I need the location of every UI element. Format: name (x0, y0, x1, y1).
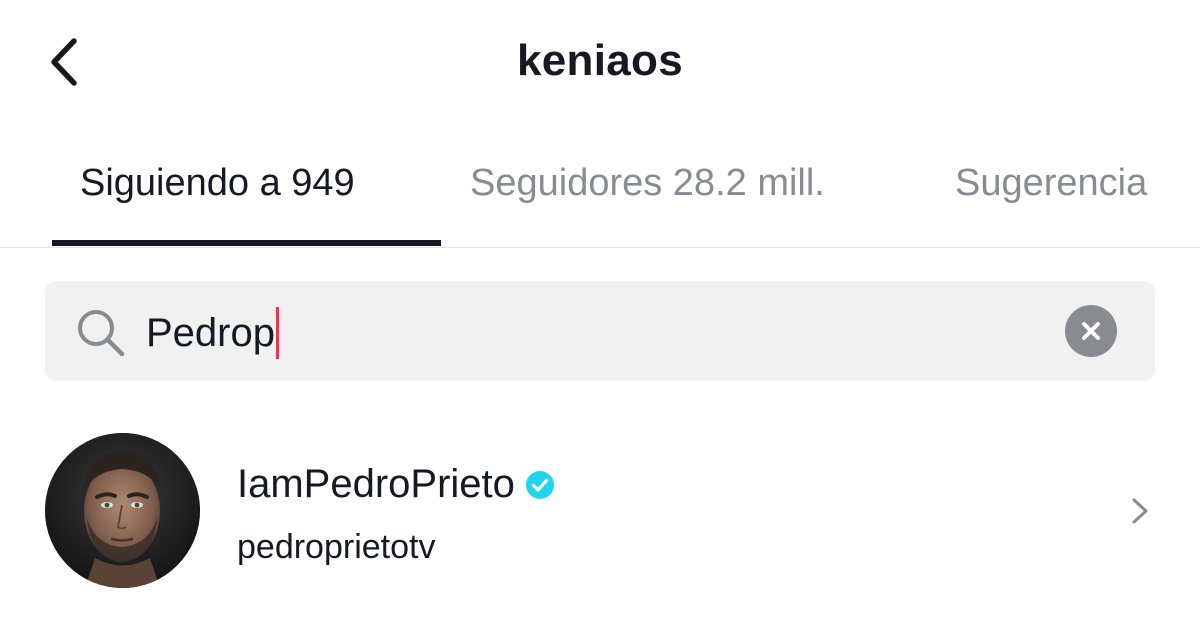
active-tab-indicator (52, 240, 441, 246)
chevron-left-icon (51, 38, 77, 86)
tab-bar: Siguiendo a 949 Seguidores 28.2 mill. Su… (0, 140, 1200, 248)
clear-icon (1082, 322, 1100, 340)
tab-followers[interactable]: Seguidores 28.2 mill. (470, 162, 825, 205)
chevron-right-icon (1132, 498, 1148, 524)
verified-badge-icon (525, 470, 554, 499)
search-input[interactable]: Pedrop (45, 281, 1155, 381)
tab-suggested[interactable]: Sugerencia (955, 162, 1147, 205)
search-query-text: Pedrop (146, 310, 275, 355)
clear-search-button[interactable] (1065, 305, 1117, 357)
back-button[interactable] (38, 34, 88, 90)
user-result-row[interactable]: IamPedroPrieto pedroprietotv (0, 422, 1200, 598)
page-title: keniaos (517, 36, 683, 85)
search-input-value[interactable]: Pedrop (146, 307, 279, 359)
username: pedroprietotv (237, 528, 436, 566)
text-caret (275, 307, 279, 359)
top-nav-bar: keniaos (0, 0, 1200, 125)
display-name: IamPedroPrieto (237, 462, 515, 506)
avatar-image (45, 433, 200, 588)
search-icon (78, 310, 125, 357)
display-name-line: IamPedroPrieto (237, 462, 555, 507)
tab-following[interactable]: Siguiendo a 949 (80, 162, 355, 205)
avatar[interactable] (45, 433, 200, 588)
